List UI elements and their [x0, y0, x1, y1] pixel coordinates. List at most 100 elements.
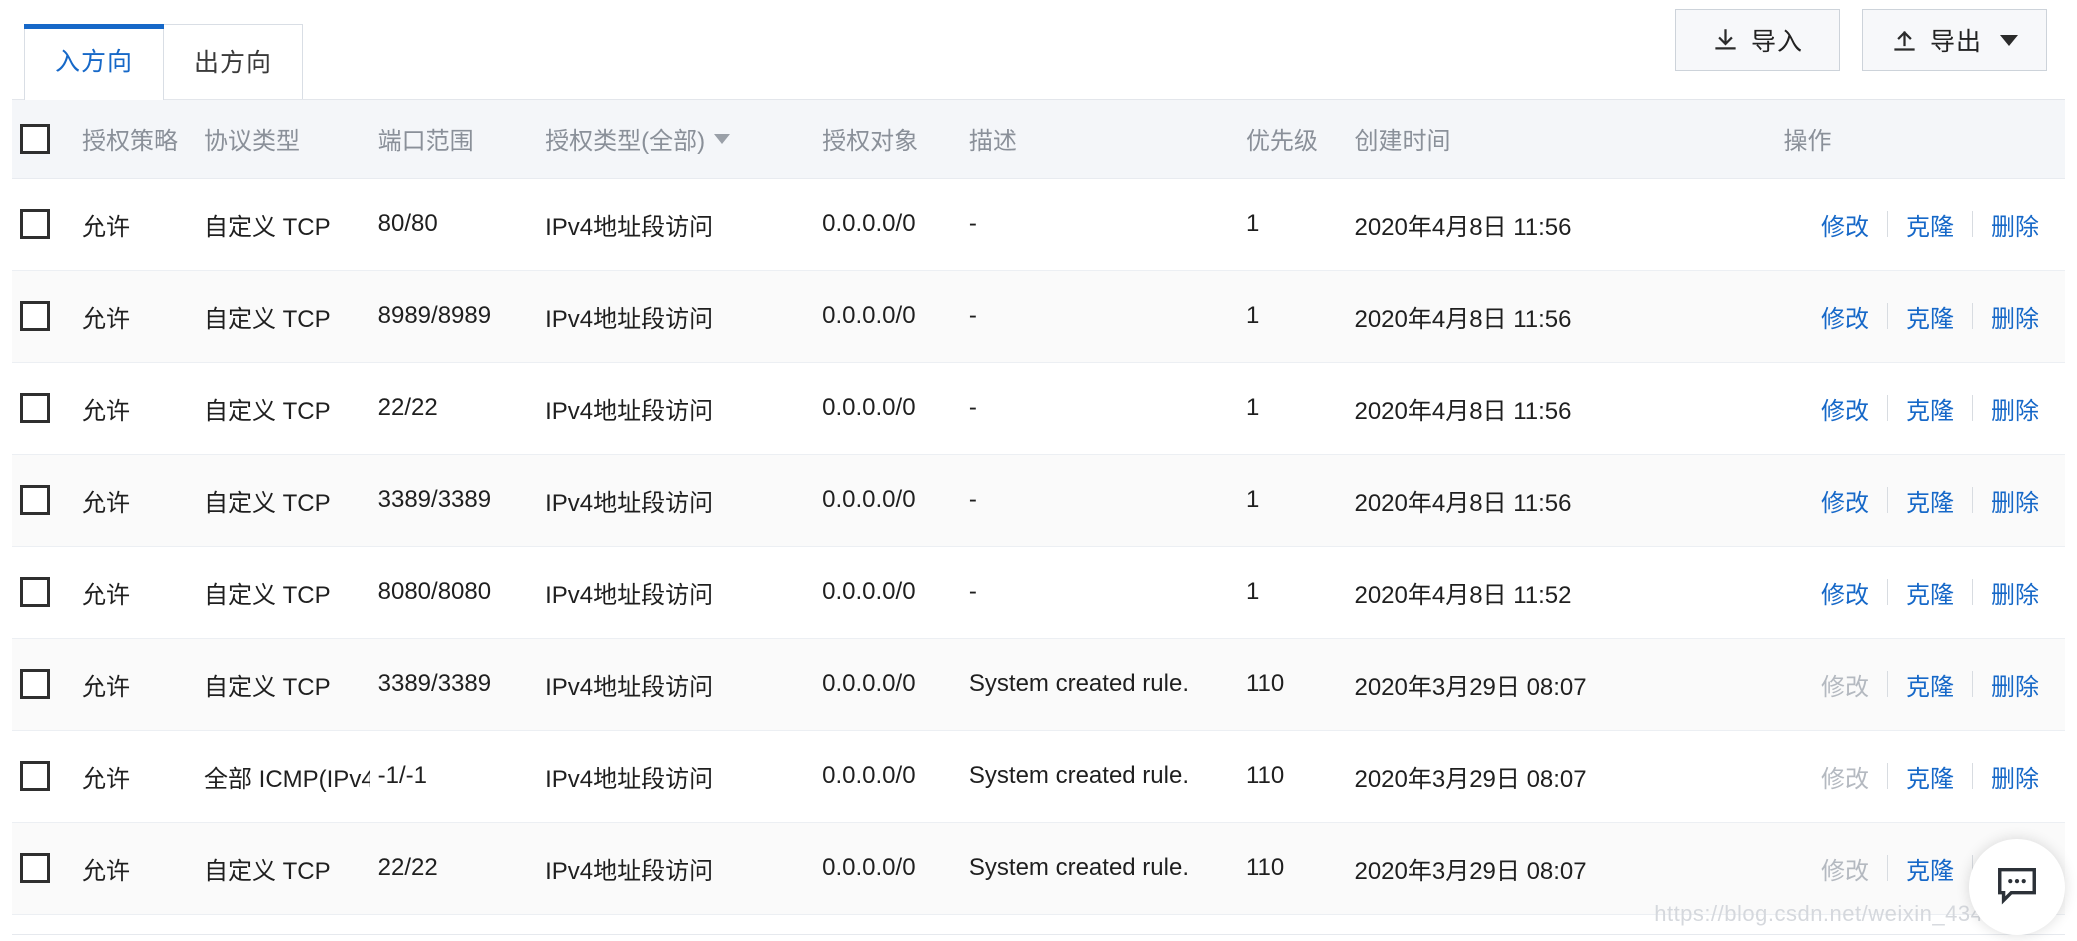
- row-checkbox[interactable]: [20, 485, 50, 515]
- cell-priority: 110: [1237, 638, 1347, 731]
- edit-link[interactable]: 修改: [1803, 299, 1887, 334]
- cell-port: 8080/8080: [369, 546, 538, 639]
- edit-link: 修改: [1821, 673, 1869, 701]
- cell-created: 2020年4月8日 11:56: [1346, 270, 1776, 363]
- cell-ops: 修改克隆删除: [1775, 638, 2065, 731]
- cell-authtype: IPv4地址段访问: [537, 362, 815, 455]
- clone-link[interactable]: 克隆: [1888, 667, 1972, 702]
- edit-link[interactable]: 修改: [1803, 391, 1887, 426]
- delete-link[interactable]: 删除: [1973, 575, 2057, 610]
- delete-link[interactable]: 删除: [1973, 391, 2057, 426]
- cell-created: 2020年4月8日 11:56: [1346, 362, 1776, 455]
- row-actions: 修改克隆删除: [1803, 299, 2057, 334]
- cell-desc: -: [960, 546, 1238, 639]
- cell-created: 2020年3月29日 08:07: [1346, 730, 1776, 823]
- cell-port: 22/22: [369, 822, 538, 915]
- clone-link[interactable]: 克隆: [1888, 483, 1972, 518]
- row-checkbox[interactable]: [20, 393, 50, 423]
- table-row: 允许 自定义 TCP 8080/8080 IPv4地址段访问 0.0.0.0/0-1 20…: [12, 546, 2065, 639]
- clone-link[interactable]: 克隆: [1888, 299, 1972, 334]
- cell-authtype: IPv4地址段访问: [537, 270, 815, 363]
- cell-created: 2020年4月8日 11:52: [1346, 546, 1776, 639]
- clone-link[interactable]: 克隆: [1888, 207, 1972, 242]
- cell-protocol: 自定义 TCP: [195, 270, 370, 363]
- cell-authtype: IPv4地址段访问: [537, 730, 815, 823]
- direction-tabs: 入方向 出方向: [12, 0, 303, 100]
- column-header-protocol: 协议类型: [195, 100, 370, 179]
- delete-link[interactable]: 删除: [1973, 299, 2057, 334]
- cell-desc: System created rule.: [960, 638, 1238, 731]
- row-checkbox[interactable]: [20, 301, 50, 331]
- select-all-checkbox[interactable]: [20, 123, 50, 154]
- rules-table-container: 授权策略 协议类型 端口范围 授权类型(全部) 授权对象 描述 优先级 创建时间…: [12, 99, 2065, 915]
- cell-policy: 允许: [74, 822, 196, 915]
- delete-link[interactable]: 删除: [1973, 667, 2057, 702]
- cell-object: 0.0.0.0/0: [814, 454, 961, 547]
- chevron-down-icon: [714, 133, 731, 144]
- cell-protocol: 全部 ICMP(IPv4): [195, 730, 370, 823]
- column-header-policy: 授权策略: [74, 100, 196, 179]
- row-checkbox[interactable]: [20, 209, 50, 239]
- cell-object: 0.0.0.0/0: [814, 362, 961, 455]
- cell-priority: 1: [1237, 178, 1347, 271]
- column-header-priority: 优先级: [1237, 100, 1347, 179]
- cell-policy: 允许: [74, 638, 196, 731]
- cell-protocol: 自定义 TCP: [195, 822, 370, 915]
- column-header-desc: 描述: [960, 100, 1238, 179]
- cell-policy: 允许: [74, 178, 196, 271]
- row-checkbox[interactable]: [20, 761, 50, 791]
- cell-desc: -: [960, 362, 1238, 455]
- cell-priority: 1: [1237, 546, 1347, 639]
- cell-policy: 允许: [74, 270, 196, 363]
- table-row: 允许 自定义 TCP 22/22 IPv4地址段访问 0.0.0.0/0-1 2020年4…: [12, 362, 2065, 455]
- table-header-row: 授权策略 协议类型 端口范围 授权类型(全部) 授权对象 描述 优先级 创建时间…: [12, 100, 2065, 179]
- tab-inbound[interactable]: 入方向: [24, 24, 164, 100]
- edit-link[interactable]: 修改: [1803, 207, 1887, 242]
- authtype-filter[interactable]: 授权类型(全部): [545, 121, 731, 156]
- row-select-cell: [12, 454, 75, 547]
- cell-authtype: IPv4地址段访问: [537, 546, 815, 639]
- export-button[interactable]: 导出: [1861, 9, 2047, 71]
- cell-ops: 修改克隆删除: [1775, 270, 2065, 363]
- row-checkbox[interactable]: [20, 577, 50, 607]
- cell-policy: 允许: [74, 546, 196, 639]
- column-header-authtype: 授权类型(全部): [537, 100, 815, 179]
- cell-port: 3389/3389: [369, 638, 538, 731]
- cell-authtype: IPv4地址段访问: [537, 454, 815, 547]
- row-select-cell: [12, 362, 75, 455]
- cell-created: 2020年4月8日 11:56: [1346, 178, 1776, 271]
- edit-link[interactable]: 修改: [1803, 575, 1887, 610]
- cell-priority: 1: [1237, 454, 1347, 547]
- row-actions: 修改克隆删除: [1803, 391, 2057, 426]
- cell-port: 22/22: [369, 362, 538, 455]
- chat-widget-button[interactable]: [1969, 839, 2065, 935]
- security-group-rules-page: 入方向 出方向 导入 导出 授权策略 协议类型 端口范围 授权类型(全部) 授权…: [0, 0, 2077, 941]
- cell-protocol: 自定义 TCP: [195, 546, 370, 639]
- delete-link[interactable]: 删除: [1973, 759, 2057, 794]
- row-select-cell: [12, 546, 75, 639]
- cell-desc: -: [960, 454, 1238, 547]
- clone-link[interactable]: 克隆: [1888, 391, 1972, 426]
- cell-desc: -: [960, 178, 1238, 271]
- row-select-cell: [12, 270, 75, 363]
- clone-link[interactable]: 克隆: [1888, 575, 1972, 610]
- column-header-port: 端口范围: [369, 100, 538, 179]
- cell-ops: 修改克隆删除: [1775, 362, 2065, 455]
- delete-link[interactable]: 删除: [1973, 483, 2057, 518]
- tab-outbound[interactable]: 出方向: [163, 24, 303, 100]
- column-header-created: 创建时间: [1346, 100, 1776, 179]
- delete-link[interactable]: 删除: [1973, 207, 2057, 242]
- cell-object: 0.0.0.0/0: [814, 270, 961, 363]
- column-header-ops: 操作: [1775, 100, 2065, 179]
- row-checkbox[interactable]: [20, 853, 50, 883]
- import-button[interactable]: 导入: [1674, 9, 1840, 71]
- table-row: 允许 自定义 TCP 8989/8989 IPv4地址段访问 0.0.0.0/0-1 20…: [12, 270, 2065, 363]
- cell-object: 0.0.0.0/0: [814, 178, 961, 271]
- edit-link[interactable]: 修改: [1803, 483, 1887, 518]
- clone-link[interactable]: 克隆: [1888, 759, 1972, 794]
- chat-bubble-icon: [1994, 862, 2040, 913]
- row-checkbox[interactable]: [20, 669, 50, 699]
- cell-object: 0.0.0.0/0: [814, 730, 961, 823]
- clone-link[interactable]: 克隆: [1888, 851, 1972, 886]
- cell-priority: 110: [1237, 730, 1347, 823]
